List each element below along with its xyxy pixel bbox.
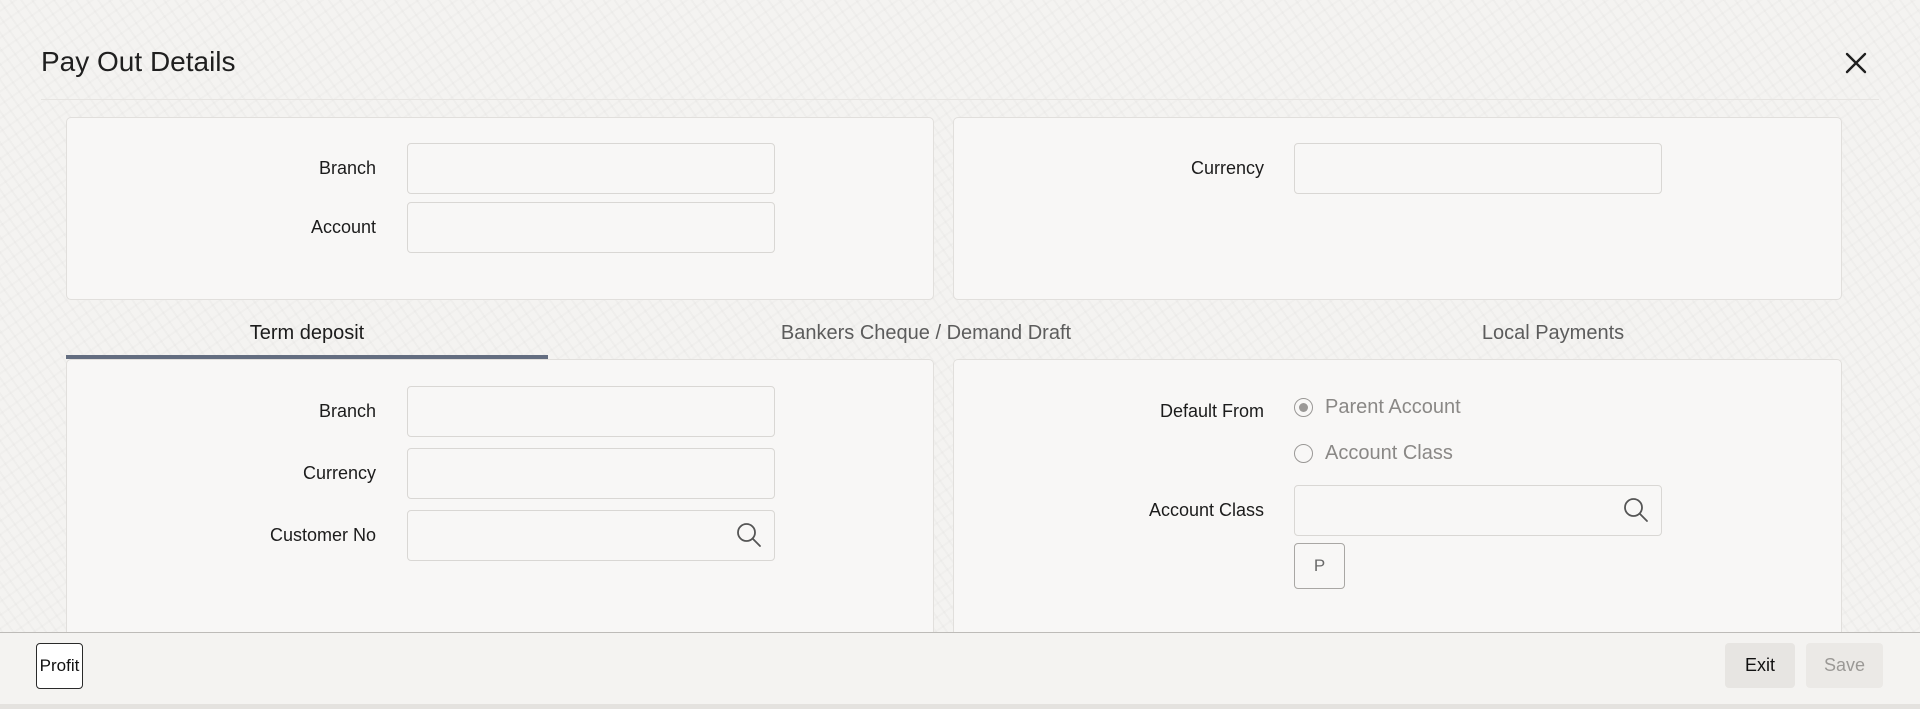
save-button: Save xyxy=(1806,643,1883,688)
td-branch-input[interactable] xyxy=(407,386,775,437)
radio-parent-account[interactable]: Parent Account xyxy=(1294,396,1461,419)
dialog-title: Pay Out Details xyxy=(41,46,236,77)
td-currency-input[interactable] xyxy=(407,448,775,499)
radio-circle xyxy=(1294,444,1313,463)
radio-selected-dot xyxy=(1299,403,1308,412)
search-icon xyxy=(737,523,761,547)
profit-button[interactable]: Profit xyxy=(36,643,83,689)
account-class-label: Account Class xyxy=(1148,500,1264,520)
close-icon xyxy=(1845,52,1867,74)
bottom-strip xyxy=(0,704,1920,709)
account-class-search-button[interactable] xyxy=(1618,492,1654,528)
customer-no-label: Customer No xyxy=(269,525,376,545)
branch-input[interactable] xyxy=(407,143,775,194)
search-icon xyxy=(1624,498,1648,522)
tab-bankers-cheque-demand-draft[interactable]: Bankers Cheque / Demand Draft xyxy=(680,318,1172,360)
customer-no-input[interactable] xyxy=(407,510,775,561)
radio-circle xyxy=(1294,398,1313,417)
td-currency-label: Currency xyxy=(302,463,376,483)
account-input[interactable] xyxy=(407,202,775,253)
currency-label: Currency xyxy=(1190,158,1264,178)
p-button[interactable]: P xyxy=(1294,543,1345,589)
customer-no-search-button[interactable] xyxy=(731,517,767,553)
branch-label: Branch xyxy=(318,158,376,178)
currency-input[interactable] xyxy=(1294,143,1662,194)
close-button[interactable] xyxy=(1836,46,1876,80)
account-class-input[interactable] xyxy=(1294,485,1662,536)
header-divider xyxy=(41,99,1879,100)
exit-button[interactable]: Exit xyxy=(1725,643,1795,688)
tab-term-deposit[interactable]: Term deposit xyxy=(66,318,548,360)
tab-label: Local Payments xyxy=(1481,322,1625,344)
radio-label: Parent Account xyxy=(1325,396,1461,418)
account-label: Account xyxy=(310,217,376,237)
radio-account-class[interactable]: Account Class xyxy=(1294,442,1453,465)
radio-label: Account Class xyxy=(1325,442,1453,464)
td-branch-label: Branch xyxy=(318,401,376,421)
tab-label: Bankers Cheque / Demand Draft xyxy=(780,322,1072,344)
tab-label: Term deposit xyxy=(249,322,365,344)
default-from-label: Default From xyxy=(1159,401,1264,421)
tab-local-payments[interactable]: Local Payments xyxy=(1420,318,1686,360)
footer-bar xyxy=(0,632,1920,709)
